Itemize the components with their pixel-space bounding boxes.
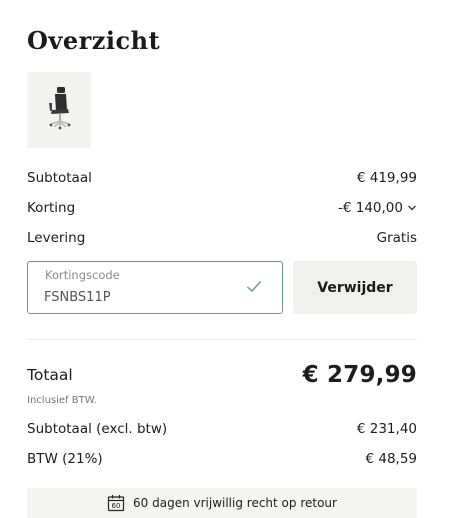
vat-inclusive-note: Inclusief BTW. (27, 395, 97, 406)
total-label: Totaal (27, 366, 73, 384)
remove-coupon-button[interactable]: Verwijder (293, 261, 417, 314)
total-value: € 279,99 (302, 362, 417, 388)
office-chair-icon (49, 87, 71, 130)
total-row: Totaal € 279,99 (27, 362, 417, 388)
checkmark-icon (247, 281, 262, 292)
delivery-row: Levering Gratis (27, 228, 417, 248)
calendar-icon: 60 (107, 495, 125, 512)
subtotal-excl-value: € 231,40 (356, 421, 417, 437)
subtotal-row: Subtotaal € 419,99 (27, 168, 417, 188)
product-thumbnail[interactable] (27, 72, 91, 148)
chevron-down-icon (408, 205, 416, 211)
discount-value: -€ 140,00 (338, 200, 403, 216)
coupon-field[interactable]: Kortingscode (27, 261, 283, 314)
coupon-code-input[interactable] (44, 290, 234, 305)
coupon-label: Kortingscode (45, 268, 120, 282)
subtotal-excl-row: Subtotaal (excl. btw) € 231,40 (27, 419, 417, 439)
discount-toggle[interactable]: -€ 140,00 (338, 200, 417, 216)
return-policy-text: 60 dagen vrijwillig recht op retour (133, 496, 337, 510)
calendar-icon-number: 60 (112, 502, 121, 510)
overview-title: Overzicht (27, 26, 161, 55)
delivery-value: Gratis (376, 230, 417, 246)
subtotal-value: € 419,99 (356, 170, 417, 186)
subtotal-label: Subtotaal (27, 170, 92, 186)
discount-row[interactable]: Korting -€ 140,00 (27, 198, 417, 218)
delivery-label: Levering (27, 230, 86, 246)
vat-row: BTW (21%) € 48,59 (27, 449, 417, 469)
return-policy-banner: 60 60 dagen vrijwillig recht op retour (27, 488, 417, 518)
discount-label: Korting (27, 200, 76, 216)
vat-label: BTW (21%) (27, 451, 103, 467)
vat-value: € 48,59 (365, 451, 417, 467)
divider (27, 339, 417, 340)
subtotal-excl-label: Subtotaal (excl. btw) (27, 421, 168, 437)
